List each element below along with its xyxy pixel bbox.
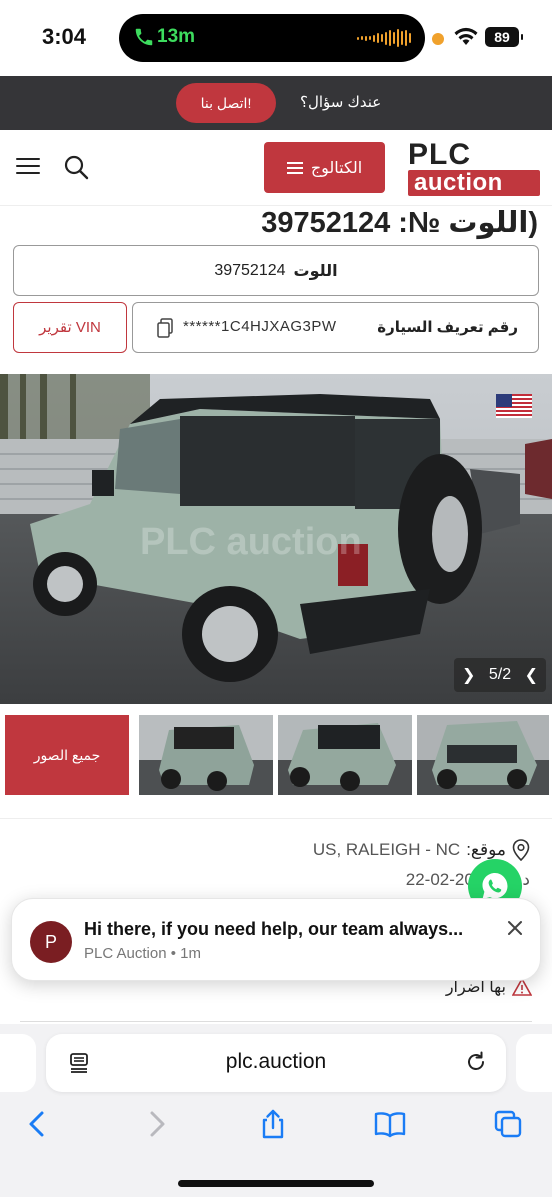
- lot-number-value: 39752124: [214, 261, 286, 279]
- share-icon[interactable]: [257, 1108, 289, 1140]
- wifi-icon: [454, 27, 478, 45]
- reload-icon[interactable]: [464, 1050, 488, 1074]
- lot-title: (اللوت №: 39752124: [261, 207, 538, 239]
- next-photo-icon[interactable]: ❯: [462, 665, 475, 685]
- main-vehicle-photo[interactable]: PLC auction ❯ 5/2 ❮: [0, 374, 552, 704]
- location-value: US, RALEIGH - NC: [312, 840, 461, 859]
- photo-counter: ❯ 5/2 ❮: [454, 658, 546, 692]
- previous-tab-preview[interactable]: [0, 1034, 36, 1092]
- thumbnail-image: [278, 715, 412, 795]
- notification-source: PLC Auction • 1m: [84, 945, 201, 962]
- copy-icon[interactable]: [157, 318, 173, 338]
- us-flag-icon: [496, 394, 532, 418]
- contact-bar: اتصل بنا! عندك سؤال؟: [0, 76, 552, 130]
- location-label: موقع:: [466, 840, 506, 859]
- photo-counter-text: 5/2: [488, 666, 512, 683]
- tabs-icon[interactable]: [492, 1108, 524, 1140]
- thumbnail[interactable]: [417, 715, 549, 795]
- status-time: 3:04: [42, 24, 87, 49]
- push-notification[interactable]: P Hi there, if you need help, our team a…: [11, 898, 541, 981]
- catalog-button[interactable]: الكتالوج: [264, 142, 385, 193]
- watermark-text: PLC auction: [140, 521, 362, 563]
- logo-top-text: PLC: [408, 138, 471, 171]
- thumbnail[interactable]: [139, 715, 273, 795]
- plc-auction-logo[interactable]: PLC auction: [408, 140, 540, 196]
- vin-label: رقم تعريف السيارة: [377, 319, 518, 336]
- site-header: الكتالوج PLC auction: [0, 130, 552, 206]
- jeep-photo: PLC auction: [0, 374, 552, 704]
- all-photos-button[interactable]: جميع الصور: [5, 715, 129, 795]
- bookmarks-icon[interactable]: [374, 1108, 406, 1140]
- divider: [20, 1021, 532, 1022]
- phone-icon: [135, 28, 153, 46]
- lot-number-label: اللوت: [293, 262, 338, 280]
- close-icon[interactable]: [506, 919, 524, 937]
- avatar: P: [30, 921, 72, 963]
- list-icon: [286, 159, 303, 177]
- status-bar: 3:04 13m 89: [0, 0, 552, 76]
- thumbnail-image: [139, 715, 273, 795]
- thumbnail-image: [417, 715, 549, 795]
- address-bar[interactable]: plc.auction: [46, 1034, 506, 1092]
- dynamic-island[interactable]: 13m: [119, 14, 425, 62]
- call-duration: 13m: [157, 26, 196, 47]
- search-icon[interactable]: [63, 154, 89, 180]
- home-indicator[interactable]: [178, 1180, 374, 1187]
- vin-report-button[interactable]: تقرير VIN: [13, 302, 127, 353]
- battery-icon: 89: [485, 27, 523, 47]
- location-pin-icon: [512, 839, 530, 861]
- contact-us-button[interactable]: اتصل بنا!: [176, 83, 276, 123]
- menu-icon[interactable]: [16, 158, 40, 176]
- catalog-label: الكتالوج: [310, 159, 363, 177]
- lot-number-box: 39752124 اللوت: [13, 245, 539, 296]
- recording-dot-icon: [432, 33, 444, 45]
- back-icon[interactable]: [22, 1108, 54, 1140]
- audio-wave-icon: [357, 28, 411, 48]
- thumbnail[interactable]: [278, 715, 412, 795]
- vin-value: ******1C4HJXAG3PW: [183, 318, 337, 335]
- prev-photo-icon[interactable]: ❮: [525, 665, 538, 685]
- url-text: plc.auction: [225, 1050, 327, 1073]
- vin-box: ******1C4HJXAG3PW رقم تعريف السيارة: [132, 302, 539, 353]
- browser-toolbar: plc.auction: [0, 1024, 552, 1197]
- contact-question: عندك سؤال؟: [300, 94, 382, 111]
- thumbnail-strip: جميع الصور: [5, 715, 549, 795]
- logo-bottom-text: auction: [408, 170, 540, 196]
- notification-message: Hi there, if you need help, our team alw…: [84, 919, 464, 939]
- forward-icon[interactable]: [140, 1108, 172, 1140]
- next-tab-preview[interactable]: [516, 1034, 552, 1092]
- location-row: موقع: US, RALEIGH - NC: [313, 839, 530, 861]
